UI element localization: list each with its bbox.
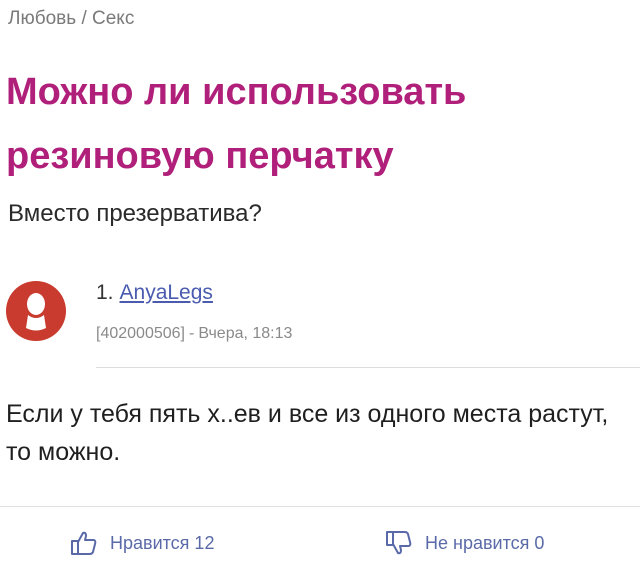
user-silhouette-icon (26, 293, 46, 331)
dislike-button[interactable]: Не нравится 0 (385, 530, 544, 556)
breadcrumb-subcategory[interactable]: Секс (92, 8, 134, 29)
answer-number: 1. (96, 281, 114, 304)
answer-time: Вчера, 18:13 (198, 325, 293, 342)
divider (96, 367, 640, 368)
thumbs-up-icon (71, 531, 97, 555)
breadcrumb: Любовь / Секс (8, 8, 134, 30)
like-button[interactable]: Нравится 12 (70, 530, 214, 556)
answer-meta: [402000506] - Вчера, 18:13 (96, 325, 292, 343)
answer-text: Если у тебя пять х..ев и все из одного м… (6, 400, 609, 466)
question-title: Можно ли использовать резиновую перчатку (6, 71, 467, 177)
user-id: [402000506] (96, 325, 185, 342)
divider (0, 506, 640, 507)
meta-separator: - (188, 325, 195, 342)
author-link[interactable]: AnyaLegs (120, 281, 213, 304)
breadcrumb-separator: / (81, 8, 87, 29)
answer-author-line: 1. AnyaLegs (96, 281, 213, 305)
question-body: Вместо презерватива? (8, 200, 262, 227)
dislike-label: Не нравится 0 (425, 532, 545, 553)
thumbs-down-icon (386, 531, 412, 555)
like-label: Нравится 12 (110, 532, 215, 553)
author-avatar[interactable] (6, 281, 66, 341)
breadcrumb-category[interactable]: Любовь (8, 8, 76, 29)
